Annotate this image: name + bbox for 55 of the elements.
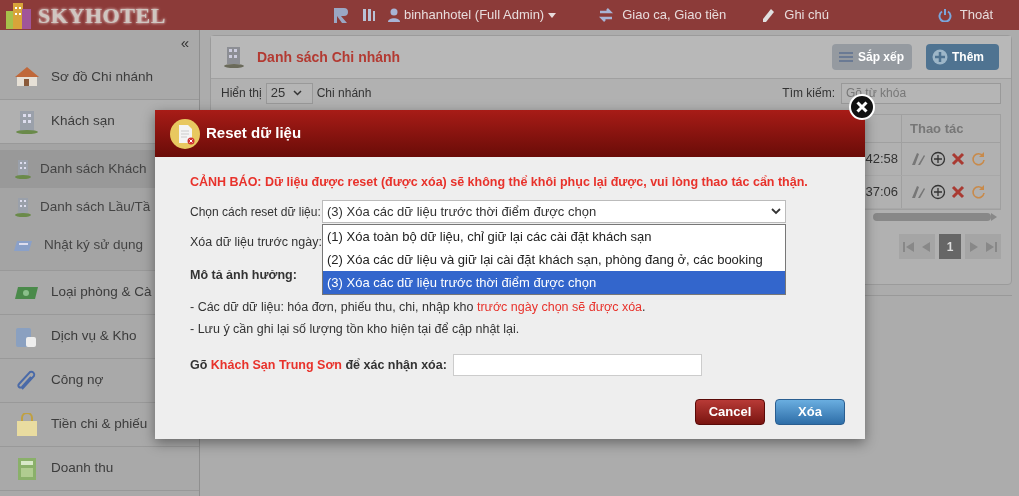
logout-link[interactable]: Thoát: [937, 5, 993, 25]
delete-button[interactable]: Xóa: [775, 399, 845, 425]
page-button[interactable]: 1: [939, 234, 961, 259]
dialog-title: Reset dữ liệu: [206, 123, 302, 144]
dropdown-option[interactable]: (1) Xóa toàn bộ dữ liệu, chỉ giữ lại các cài đặt khách sạn: [323, 225, 785, 248]
page-size-label: Hiển thị: [221, 85, 262, 102]
page-size-select[interactable]: 25: [265, 82, 313, 104]
power-icon: [937, 8, 952, 22]
previous-page-icon[interactable]: [921, 240, 931, 253]
logo-text: SKYHOTEL: [38, 1, 166, 30]
building-icon: [223, 46, 245, 68]
column-header: Thao tác: [909, 119, 965, 138]
nav-link[interactable]: Ghi chú: [760, 5, 830, 25]
page-size-suffix: Chi nhánh: [316, 85, 372, 102]
add-icon[interactable]: [930, 184, 946, 200]
delete-icon[interactable]: [950, 151, 966, 167]
first-page-icon[interactable]: [903, 240, 915, 253]
last-page-icon[interactable]: [985, 240, 997, 253]
bars-icon[interactable]: [362, 7, 376, 23]
pencil-icon: [760, 7, 777, 23]
plus-icon: [932, 49, 948, 65]
sort-button[interactable]: Sắp xếp: [832, 44, 912, 70]
delete-icon[interactable]: [950, 184, 966, 200]
cancel-button[interactable]: Cancel: [695, 399, 765, 425]
building-icon: [15, 109, 39, 134]
add-icon[interactable]: [930, 151, 946, 167]
menu-icon: [838, 51, 854, 63]
calculator-icon: [15, 456, 39, 481]
search-label: Tìm kiếm:: [782, 85, 835, 102]
bag-icon: [15, 412, 39, 437]
panel-title: Danh sách Chi nhánh: [257, 47, 401, 67]
refresh-icon[interactable]: [970, 151, 986, 167]
building-icon: [14, 159, 32, 179]
refresh-icon[interactable]: [970, 184, 986, 200]
arrows-icon: [598, 7, 615, 23]
caret-icon: [548, 12, 557, 18]
sidebar-item[interactable]: Doanh thu: [0, 447, 199, 491]
caret-icon: [293, 90, 303, 96]
house-icon: [15, 65, 39, 89]
nav-link[interactable]: Giao ca, Giao tiền: [598, 5, 727, 25]
collapse-button[interactable]: «: [180, 35, 189, 50]
building-icon: [14, 197, 32, 217]
user-icon: [388, 8, 400, 22]
caret-icon: [771, 208, 781, 215]
user-menu[interactable]: binhanhotel (Full Admin): [388, 5, 557, 25]
add-button[interactable]: Thêm: [926, 44, 999, 70]
date-label: Xóa dữ liệu trước ngày:: [190, 233, 322, 251]
document-icon: [170, 118, 200, 149]
method-label: Chọn cách reset dữ liệu:: [190, 203, 322, 221]
confirm-field[interactable]: [452, 354, 702, 376]
next-page-icon[interactable]: [969, 240, 979, 253]
dropdown-option[interactable]: (2) Xóa các dữ liệu và giữ lại cài đặt khách sạn, phòng đang ở, các booking: [323, 248, 785, 271]
buildings-logo-icon: [4, 1, 34, 29]
dropdown-option[interactable]: (3) Xóa các dữ liệu trước thời điểm được chọn: [323, 271, 785, 294]
method-select[interactable]: (3) Xóa các dữ liệu trước thời điểm được chọn: [322, 200, 786, 223]
